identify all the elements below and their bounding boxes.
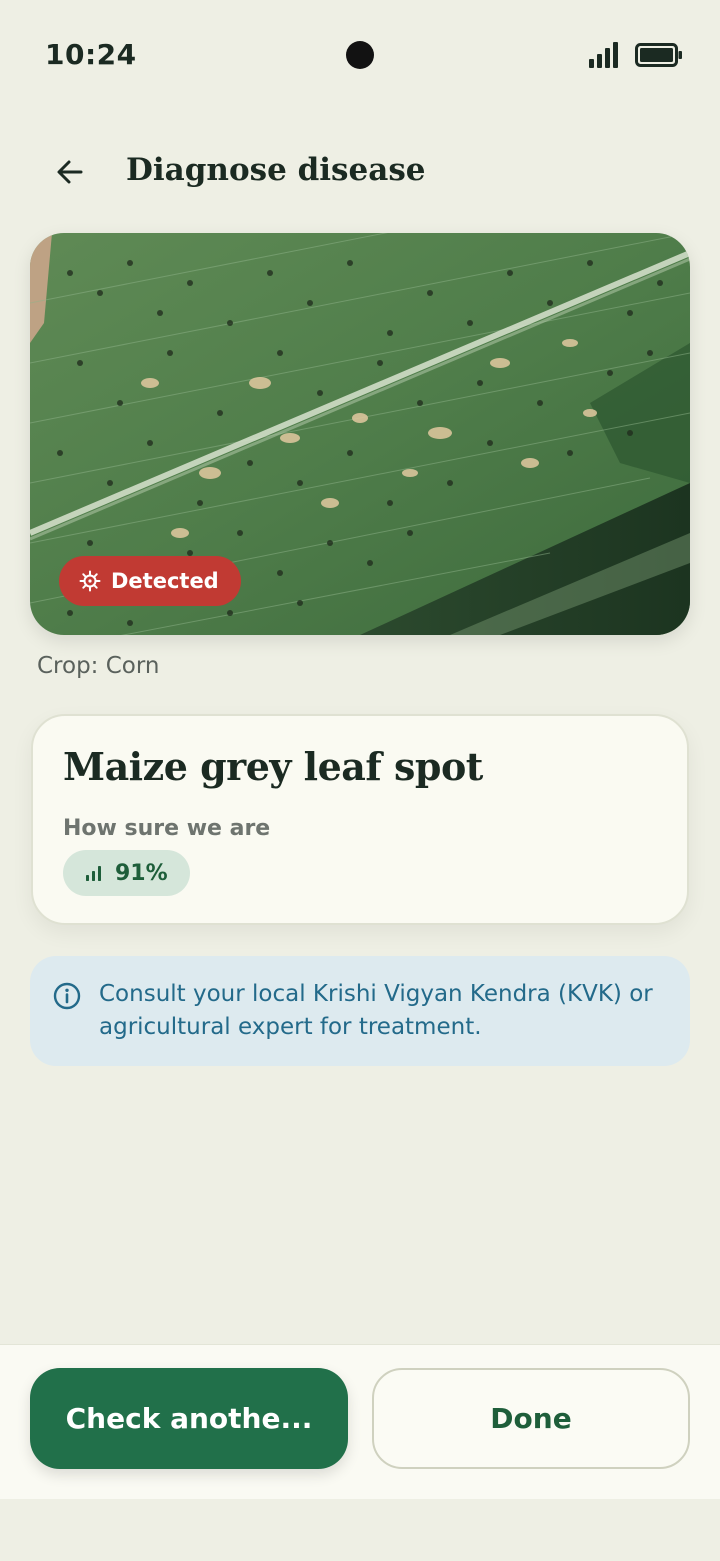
bottom-action-bar: Check anothe... Done xyxy=(0,1344,720,1499)
page-title: Diagnose disease xyxy=(126,152,426,188)
confidence-label: How sure we are xyxy=(63,816,271,841)
signal-bars-icon xyxy=(86,866,101,881)
top-app-bar: Diagnose disease xyxy=(0,140,720,204)
confidence-pill: 91% xyxy=(63,850,190,896)
confidence-value: 91% xyxy=(115,860,168,886)
diagnosis-result-card: Maize grey leaf spot How sure we are 91% xyxy=(31,714,689,925)
virus-icon xyxy=(79,570,101,592)
info-text: Consult your local Krishi Vigyan Kendra … xyxy=(99,981,653,1040)
back-button[interactable] xyxy=(44,146,96,198)
leaf-photo: Detected xyxy=(30,233,690,635)
diagnose-screen: 10:24 Diagnose disease Detected Crop: Co… xyxy=(0,0,720,1561)
camera-cutout xyxy=(346,41,374,69)
crop-label: Crop: Corn xyxy=(37,653,160,679)
status-time: 10:24 xyxy=(45,38,137,71)
info-circle-icon xyxy=(53,982,81,1010)
arrow-left-icon xyxy=(57,160,83,184)
status-bar: 10:24 xyxy=(0,0,720,110)
disease-name: Maize grey leaf spot xyxy=(63,744,483,789)
done-button[interactable]: Done xyxy=(372,1368,690,1469)
cellular-signal-icon xyxy=(589,42,618,68)
info-banner: Consult your local Krishi Vigyan Kendra … xyxy=(30,956,690,1066)
check-another-button[interactable]: Check anothe... xyxy=(30,1368,348,1469)
battery-full-icon xyxy=(635,43,682,67)
detected-label: Detected xyxy=(111,569,219,593)
detected-badge: Detected xyxy=(59,556,241,606)
